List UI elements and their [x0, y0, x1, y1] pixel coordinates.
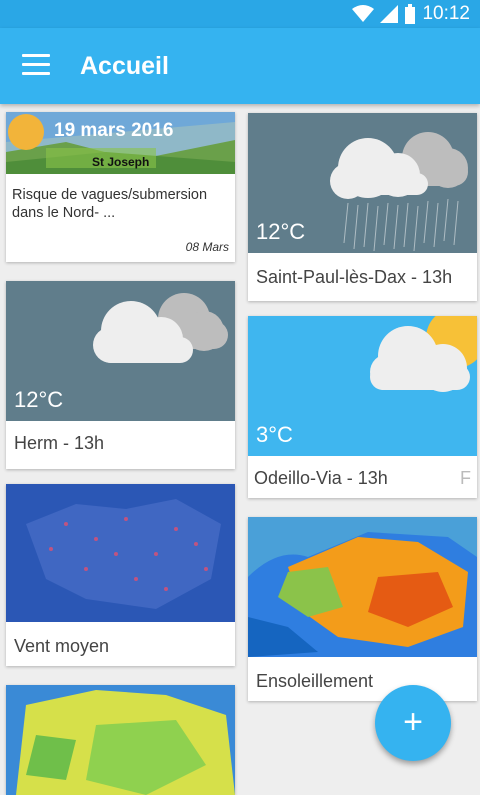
temperature: 3°C: [256, 422, 293, 447]
forecast-map: [6, 685, 235, 795]
page-title: Accueil: [80, 52, 169, 80]
map-card-wind[interactable]: Vent moyen: [6, 484, 235, 666]
wind-map: [6, 484, 235, 622]
card-label: Herm - 13h: [14, 433, 105, 453]
app-bar: Accueil: [0, 28, 480, 104]
weather-card-saint-paul[interactable]: 12°C Saint-Paul-lès-Dax - 13h: [248, 113, 477, 301]
card-label: Odeillo-Via - 13h: [254, 468, 388, 488]
menu-icon[interactable]: [22, 54, 50, 76]
temperature: 12°C: [256, 219, 306, 244]
card-label: Vent moyen: [14, 636, 110, 656]
battery-icon: [405, 4, 416, 24]
temperature: 12°C: [14, 387, 64, 412]
status-bar: 10:12: [0, 0, 480, 28]
signal-icon: [380, 5, 399, 23]
map-card-partial[interactable]: [6, 685, 235, 795]
add-button[interactable]: +: [375, 685, 451, 761]
weather-card-herm[interactable]: 12°C Herm - 13h: [6, 281, 235, 469]
card-label: Ensoleillement: [256, 671, 374, 691]
news-saint: St Joseph: [92, 155, 150, 169]
news-date: 19 mars 2016: [54, 120, 174, 141]
sunshine-map: [248, 517, 477, 657]
news-card[interactable]: 19 mars 2016 St Joseph Risque de vagues/…: [6, 112, 235, 262]
news-date-meta: 08 Mars: [185, 240, 229, 254]
news-headline: Risque de vagues/submersion dans le Nord…: [12, 187, 208, 221]
map-card-sunshine[interactable]: Ensoleillement: [248, 517, 477, 701]
weather-card-odeillo[interactable]: 3°C Odeillo-Via - 13h F: [248, 316, 477, 498]
card-label: Saint-Paul-lès-Dax - 13h: [256, 267, 453, 287]
wifi-icon: [352, 5, 375, 22]
clock: 10:12: [422, 3, 470, 24]
card-label-trail: F: [460, 468, 471, 488]
